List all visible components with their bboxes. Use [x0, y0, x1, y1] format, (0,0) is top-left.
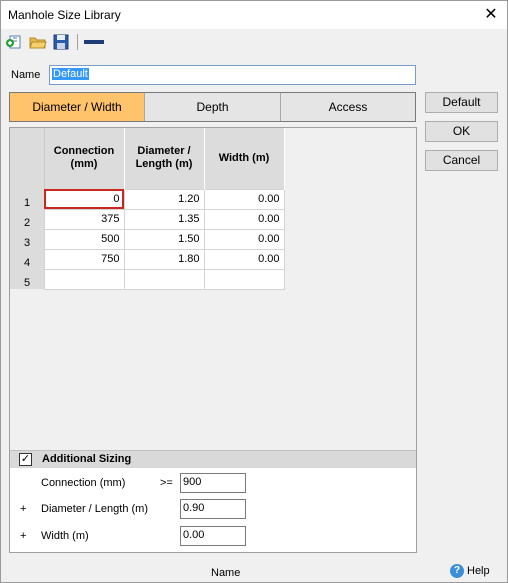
- additional-sizing-bar: ✓ Additional Sizing: [10, 450, 416, 468]
- grid-corner: [10, 128, 45, 189]
- line-icon[interactable]: [83, 33, 105, 51]
- cell-connection[interactable]: [43, 268, 125, 290]
- tab-depth[interactable]: Depth: [145, 93, 281, 121]
- cancel-button[interactable]: Cancel: [425, 150, 498, 171]
- ok-button[interactable]: OK: [425, 121, 498, 142]
- cell-width[interactable]: [203, 268, 285, 290]
- width-label: Width (m): [41, 530, 89, 542]
- connection-operator: >=: [160, 477, 173, 489]
- width-input[interactable]: 0.00: [180, 526, 246, 546]
- table-row: 4 750 1.80 0.00: [10, 248, 285, 270]
- width-plus: +: [20, 530, 27, 542]
- tab-access[interactable]: Access: [281, 93, 415, 121]
- cell-connection[interactable]: 500: [43, 228, 125, 250]
- cell-diameter[interactable]: 1.50: [123, 228, 205, 250]
- cell-diameter[interactable]: 1.35: [123, 208, 205, 230]
- connection-input[interactable]: 900: [180, 473, 246, 493]
- cell-diameter[interactable]: [123, 268, 205, 290]
- cell-connection[interactable]: 375: [43, 208, 125, 230]
- tab-diameter-width[interactable]: Diameter / Width: [10, 93, 145, 121]
- connection-label: Connection (mm): [41, 477, 126, 489]
- cell-connection[interactable]: 0: [43, 188, 125, 210]
- help-label: Help: [467, 564, 490, 577]
- diameter-row: + Diameter / Length (m) 0.90: [10, 499, 416, 521]
- tab-strip: Diameter / Width Depth Access: [9, 92, 416, 122]
- row-header[interactable]: 2: [10, 209, 44, 229]
- column-header-width[interactable]: Width (m): [204, 128, 285, 189]
- title-bar: Manhole Size Library ✕: [1, 1, 507, 29]
- cell-width[interactable]: 0.00: [203, 228, 285, 250]
- close-icon: ✕: [484, 6, 498, 23]
- size-grid: Connection (mm) Diameter / Length (m) Widt…: [10, 128, 285, 290]
- cell-diameter[interactable]: 1.20: [123, 188, 205, 210]
- table-row: 3 500 1.50 0.00: [10, 228, 285, 250]
- grid-panel: Connection (mm) Diameter / Length (m) Widt…: [9, 127, 417, 553]
- cell-width[interactable]: 0.00: [203, 208, 285, 230]
- cell-diameter[interactable]: 1.80: [123, 248, 205, 270]
- help-icon: ?: [450, 564, 464, 578]
- save-icon[interactable]: [52, 33, 70, 51]
- name-input[interactable]: Default: [49, 65, 416, 85]
- additional-sizing-label: Additional Sizing: [42, 453, 132, 465]
- connection-row: Connection (mm) >= 900: [10, 473, 416, 495]
- column-header-connection[interactable]: Connection (mm): [44, 128, 125, 189]
- name-value: Default: [52, 68, 89, 80]
- row-header[interactable]: 3: [10, 229, 44, 249]
- table-row: 1 0 1.20 0.00: [10, 188, 285, 210]
- close-button[interactable]: ✕: [477, 1, 505, 29]
- diameter-plus: +: [20, 503, 27, 515]
- status-name: Name: [211, 567, 241, 579]
- table-row: 5: [10, 268, 285, 290]
- column-header-diameter[interactable]: Diameter / Length (m): [124, 128, 205, 189]
- cell-width[interactable]: 0.00: [203, 188, 285, 210]
- default-button[interactable]: Default: [425, 92, 498, 113]
- help-link[interactable]: ? Help: [450, 564, 490, 578]
- name-label: Name: [11, 69, 41, 81]
- new-icon[interactable]: [5, 33, 23, 51]
- row-header[interactable]: 5: [10, 269, 44, 289]
- manhole-size-library-window: Manhole Size Library ✕ Name Default Diam…: [0, 0, 508, 583]
- cell-connection[interactable]: 750: [43, 248, 125, 270]
- toolbar: [1, 29, 507, 55]
- cell-width[interactable]: 0.00: [203, 248, 285, 270]
- row-header[interactable]: 1: [10, 189, 44, 209]
- additional-sizing-checkbox[interactable]: ✓: [19, 453, 32, 466]
- diameter-label: Diameter / Length (m): [41, 503, 148, 515]
- row-header[interactable]: 4: [10, 249, 44, 269]
- open-folder-icon[interactable]: [29, 33, 47, 51]
- window-title: Manhole Size Library: [8, 8, 121, 22]
- table-row: 2 375 1.35 0.00: [10, 208, 285, 230]
- width-row: + Width (m) 0.00: [10, 526, 416, 548]
- toolbar-separator: [77, 34, 78, 50]
- diameter-input[interactable]: 0.90: [180, 499, 246, 519]
